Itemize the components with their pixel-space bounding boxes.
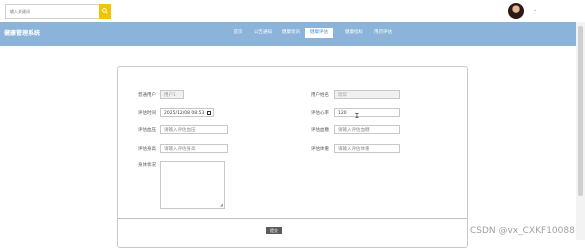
eval-time-label: 评估时间 [138,111,156,116]
scrollbar[interactable] [576,22,585,240]
eval-time-value: 2025/12/08 08:53 [164,111,205,116]
search-button[interactable] [99,4,111,19]
text-cursor-icon: Ɪ [355,112,359,120]
top-bar: ⌄ [0,0,585,22]
submit-button[interactable]: 提交 [266,227,282,234]
user-name-field: 玩华 [334,90,400,99]
resize-grip-icon[interactable]: ◢ [220,203,223,207]
chevron-down-icon[interactable]: ⌄ [533,8,538,13]
brand-title: 健康管理系统 [4,30,41,37]
nav-item-news[interactable]: 健康资讯 [278,28,304,38]
user-account-field: 用户1 [160,90,184,99]
body-status-textarea[interactable]: ◢ [160,161,225,209]
form-divider [118,218,467,219]
nav-item-health-eval[interactable]: 健康评估 [305,28,333,38]
eval-heart-field[interactable]: 120 [334,108,400,117]
eval-height-label: 评估身高 [138,147,156,152]
user-account-label: 普通用户 [138,93,156,98]
evaluation-form: 普通用户 用户1 评估时间 2025/12/08 08:53 评估血压 请输入评… [117,66,468,248]
calendar-icon[interactable] [207,110,211,115]
scrollbar-thumb[interactable] [578,26,583,196]
eval-weight-label: 评估体重 [311,147,329,152]
nav-bar: 健康管理系统 首页 公告通知 健康资讯 健康评估 健康指标 用药评估 [0,22,585,46]
eval-sugar-label: 评估血糖 [311,128,329,133]
eval-bp-field[interactable]: 请输入评估血压 [160,125,228,134]
eval-heart-label: 评估心率 [311,111,329,116]
nav-item-indicators[interactable]: 健康指标 [341,28,367,38]
eval-bp-label: 评估血压 [138,128,156,133]
watermark: CSDN @vx_CXKF10088 [470,226,575,236]
nav-item-medication[interactable]: 用药评估 [370,28,396,38]
user-name-label: 用户姓名 [311,93,329,98]
user-avatar[interactable] [508,3,524,19]
nav-item-home[interactable]: 首页 [230,28,246,38]
body-status-label: 身体状况 [138,163,156,168]
search-box [5,4,111,19]
nav-item-notice[interactable]: 公告通知 [250,28,276,38]
eval-height-field[interactable]: 请输入评估身高 [160,144,228,153]
eval-weight-field[interactable]: 请输入评估体重 [334,144,400,153]
eval-sugar-field[interactable]: 请输入评估血糖 [334,125,400,134]
search-input[interactable] [6,5,102,18]
search-icon [102,8,108,14]
eval-time-field[interactable]: 2025/12/08 08:53 [160,108,214,117]
